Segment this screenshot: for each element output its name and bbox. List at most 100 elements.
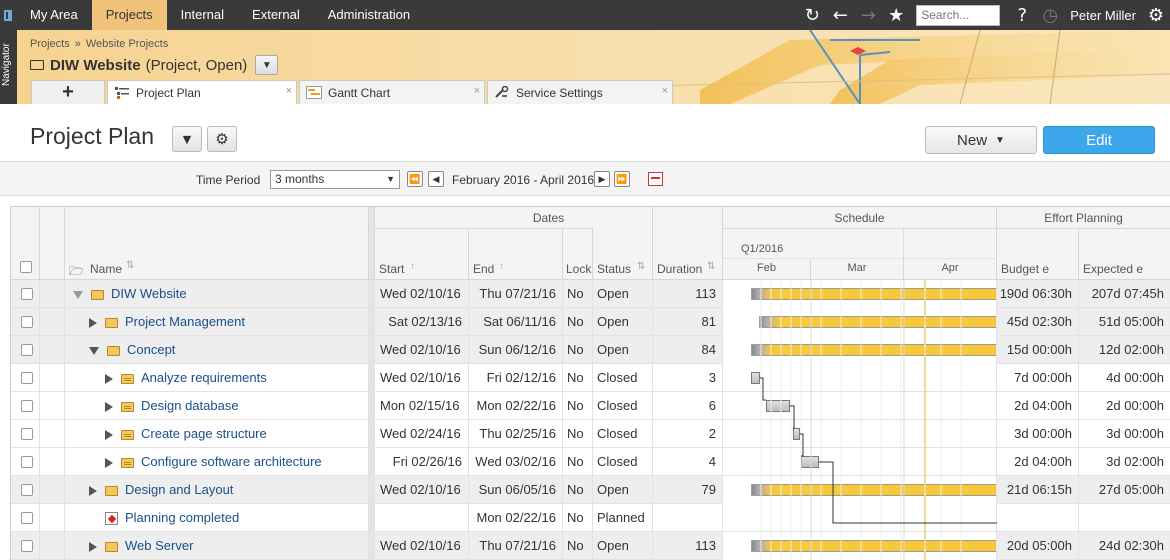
row-checkbox[interactable]: [21, 400, 33, 412]
app-logo-icon[interactable]: [0, 0, 16, 30]
nav-tab-administration[interactable]: Administration: [314, 0, 424, 30]
previous-period-icon[interactable]: ◀: [428, 171, 444, 187]
tab-project-plan[interactable]: Project Plan ×: [107, 80, 297, 104]
user-name[interactable]: Peter Miller: [1064, 8, 1142, 23]
row-name-link[interactable]: Create page structure: [141, 426, 267, 441]
row-name-link[interactable]: Concept: [127, 342, 175, 357]
table-row[interactable]: DIW Website Wed 02/10/16 Thu 07/21/16 No…: [11, 280, 1170, 308]
gantt-task-bar[interactable]: [751, 372, 760, 384]
expand-toggle-icon[interactable]: [89, 485, 97, 496]
gantt-summary-bar[interactable]: [751, 484, 996, 496]
stopwatch-icon[interactable]: ◷: [1036, 0, 1064, 30]
column-header-start[interactable]: Start ↑: [375, 229, 469, 280]
row-name-link[interactable]: Web Server: [125, 538, 193, 553]
sort-ascending-icon[interactable]: ↑: [499, 261, 504, 272]
expand-toggle-icon[interactable]: [105, 457, 113, 468]
new-button[interactable]: New ▼: [925, 126, 1037, 154]
row-name-link[interactable]: Configure software architecture: [141, 454, 322, 469]
gantt-task-bar[interactable]: [793, 428, 800, 440]
gantt-task-bar[interactable]: [766, 400, 790, 412]
expand-toggle-icon[interactable]: [89, 541, 97, 552]
refresh-icon[interactable]: ↻: [798, 0, 826, 30]
column-header-status[interactable]: Status ⇅: [593, 207, 653, 280]
table-row[interactable]: Create page structure Wed 02/24/16 Thu 0…: [11, 420, 1170, 448]
row-checkbox[interactable]: [21, 456, 33, 468]
row-name-link[interactable]: Design and Layout: [125, 482, 233, 497]
column-header-duration[interactable]: Duration ⇅: [653, 207, 723, 280]
close-tab-icon[interactable]: ×: [662, 85, 668, 97]
navigator-toggle[interactable]: Navigator: [0, 30, 17, 104]
table-row[interactable]: Project Management Sat 02/13/16 Sat 06/1…: [11, 308, 1170, 336]
nav-tab-external[interactable]: External: [238, 0, 314, 30]
row-name-link[interactable]: DIW Website: [111, 286, 187, 301]
settings-gear-icon[interactable]: ⚙: [1142, 0, 1170, 30]
gantt-summary-bar[interactable]: [759, 316, 996, 328]
row-checkbox[interactable]: [21, 428, 33, 440]
edit-button[interactable]: Edit: [1043, 126, 1155, 154]
collapse-toggle-icon[interactable]: [73, 290, 83, 299]
sort-ascending-icon[interactable]: ↑: [410, 261, 415, 272]
table-row[interactable]: Web Server Wed 02/10/16 Thu 07/21/16 No …: [11, 532, 1170, 560]
forward-icon[interactable]: →: [854, 0, 882, 30]
gantt-summary-bar[interactable]: [751, 288, 996, 300]
tab-service-settings[interactable]: Service Settings ×: [487, 80, 673, 104]
nav-tab-my-area[interactable]: My Area: [16, 0, 92, 30]
row-checkbox[interactable]: [21, 316, 33, 328]
nav-tab-internal[interactable]: Internal: [167, 0, 238, 30]
row-checkbox[interactable]: [21, 344, 33, 356]
breadcrumb-website-projects[interactable]: Website Projects: [86, 38, 168, 50]
row-name-link[interactable]: Planning completed: [125, 510, 239, 525]
column-header-lock[interactable]: Lock: [563, 229, 593, 280]
search-input[interactable]: [916, 4, 1001, 26]
column-header-end[interactable]: End ↑: [469, 229, 563, 280]
calendar-icon[interactable]: [648, 172, 663, 186]
project-menu-dropdown-button[interactable]: ▼: [255, 55, 279, 75]
last-period-icon[interactable]: ⏩: [614, 171, 630, 187]
row-checkbox[interactable]: [21, 288, 33, 300]
sort-icon[interactable]: ⇅: [637, 261, 645, 272]
select-all-checkbox[interactable]: [20, 261, 32, 273]
row-checkbox[interactable]: [21, 484, 33, 496]
row-name-link[interactable]: Project Management: [125, 314, 245, 329]
row-checkbox[interactable]: [21, 372, 33, 384]
row-name-link[interactable]: Design database: [141, 398, 239, 413]
table-row[interactable]: Planning completed Mon 02/22/16 No Plann…: [11, 504, 1170, 532]
header-name[interactable]: 🗁 Name ⇅: [65, 207, 369, 280]
expand-toggle-icon[interactable]: [105, 429, 113, 440]
view-settings-gear-icon[interactable]: ⚙: [207, 126, 237, 152]
table-row[interactable]: Configure software architecture Fri 02/2…: [11, 448, 1170, 476]
column-header-expected[interactable]: Expected e: [1079, 229, 1170, 280]
help-icon[interactable]: ?: [1008, 0, 1036, 30]
table-row[interactable]: Design database Mon 02/15/16 Mon 02/22/1…: [11, 392, 1170, 420]
gantt-summary-bar[interactable]: [751, 540, 996, 552]
breadcrumb-projects[interactable]: Projects: [30, 38, 70, 50]
gantt-task-bar[interactable]: [801, 456, 819, 468]
sort-icon[interactable]: ⇅: [126, 260, 134, 271]
tab-gantt-chart[interactable]: Gantt Chart ×: [299, 80, 485, 104]
expand-toggle-icon[interactable]: [105, 373, 113, 384]
row-checkbox[interactable]: [21, 512, 33, 524]
project-name: DIW Website: [50, 56, 141, 74]
close-tab-icon[interactable]: ×: [286, 85, 292, 97]
nav-tab-projects[interactable]: Projects: [91, 0, 167, 30]
time-period-select[interactable]: 3 months ▼: [270, 170, 400, 189]
close-tab-icon[interactable]: ×: [474, 85, 480, 97]
sort-icon[interactable]: ⇅: [707, 261, 715, 272]
next-period-icon[interactable]: ▶: [594, 171, 610, 187]
add-tab-button[interactable]: +: [31, 80, 105, 104]
column-header-budget[interactable]: Budget e: [997, 229, 1079, 280]
back-icon[interactable]: ←: [826, 0, 854, 30]
favorites-star-icon[interactable]: ★: [882, 0, 910, 30]
row-budget: 45d 02:30h: [997, 308, 1079, 336]
first-period-icon[interactable]: ⏪: [407, 171, 423, 187]
table-row[interactable]: Concept Wed 02/10/16 Sun 06/12/16 No Ope…: [11, 336, 1170, 364]
gantt-summary-bar[interactable]: [751, 344, 996, 356]
collapse-toggle-icon[interactable]: [89, 346, 99, 355]
expand-toggle-icon[interactable]: [89, 317, 97, 328]
table-row[interactable]: Analyze requirements Wed 02/10/16 Fri 02…: [11, 364, 1170, 392]
view-options-dropdown-button[interactable]: ▼: [172, 126, 202, 152]
row-name-link[interactable]: Analyze requirements: [141, 370, 267, 385]
row-checkbox[interactable]: [21, 540, 33, 552]
table-row[interactable]: Design and Layout Wed 02/10/16 Sun 06/05…: [11, 476, 1170, 504]
expand-toggle-icon[interactable]: [105, 401, 113, 412]
